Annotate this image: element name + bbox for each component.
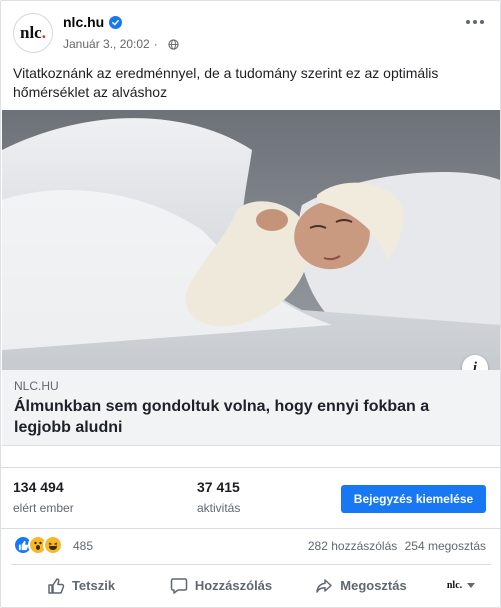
post-timestamp[interactable]: Január 3., 20:02 — [63, 37, 150, 51]
reach-value: 134 494 — [13, 479, 64, 495]
engagement-insight[interactable]: 37 415 aktivitás — [197, 479, 240, 515]
reaction-icons[interactable] — [13, 535, 63, 555]
engagement-value: 37 415 — [197, 479, 240, 495]
more-options-icon[interactable] — [464, 13, 486, 31]
post-text: Vitatkoznánk az eredménnyel, de a tudomá… — [13, 65, 439, 100]
post-card: nlc. nlc.hu Január 3., 20:02 · Vitatkozn… — [0, 0, 501, 608]
woman-in-bed-photo — [2, 110, 500, 370]
reactions-bar: 485 282 hozzászólás 254 megosztás — [1, 528, 500, 562]
link-preview[interactable]: NLC.HU Álmunkban sem gondoltuk volna, ho… — [2, 370, 500, 446]
engagement-counts: 282 hozzászólás 254 megosztás — [304, 539, 486, 553]
page-selector-label: nlc. — [446, 580, 463, 591]
link-title[interactable]: Álmunkban sem gondoltuk volna, hogy enny… — [14, 396, 484, 438]
share-button[interactable]: Megosztás — [291, 570, 431, 602]
boost-post-button[interactable]: Bejegyzés kiemelése — [341, 485, 486, 513]
engagement-label: aktivitás — [197, 501, 241, 515]
haha-icon — [43, 535, 63, 555]
link-domain: NLC.HU — [14, 379, 59, 393]
verified-icon — [109, 15, 123, 29]
post-meta: Január 3., 20:02 · — [63, 37, 179, 51]
post-actions: Tetszik Hozzászólás Megosztás nlc. — [11, 564, 491, 606]
page-avatar[interactable]: nlc. — [13, 13, 53, 53]
post-insights: 134 494 elért ember 37 415 aktivitás Bej… — [1, 467, 500, 527]
caret-down-icon — [467, 583, 476, 588]
reaction-count[interactable]: 485 — [73, 539, 93, 553]
page-name-label: nlc.hu — [63, 14, 105, 30]
avatar-text: nlc — [20, 23, 42, 42]
share-count[interactable]: 254 megosztás — [405, 539, 486, 553]
comment-label: Hozzászólás — [194, 578, 273, 593]
comment-icon — [170, 577, 188, 594]
globe-icon[interactable] — [168, 38, 179, 50]
share-label: Megosztás — [340, 578, 407, 593]
meta-separator: · — [153, 37, 158, 51]
thumbs-up-icon — [48, 577, 65, 594]
share-icon — [316, 578, 333, 593]
comment-count[interactable]: 282 hozzászólás — [308, 539, 397, 553]
like-label: Tetszik — [71, 578, 116, 593]
page-name[interactable]: nlc.hu — [63, 14, 123, 30]
comment-button[interactable]: Hozzászólás — [151, 570, 291, 602]
reach-insight[interactable]: 134 494 elért ember — [13, 479, 74, 515]
page-selector[interactable]: nlc. — [431, 580, 491, 591]
post-header: nlc. nlc.hu Január 3., 20:02 · — [1, 1, 500, 59]
reach-label: elért ember — [13, 501, 74, 515]
post-image[interactable]: i — [2, 110, 500, 370]
avatar-dot: . — [41, 23, 46, 42]
like-button[interactable]: Tetszik — [11, 570, 151, 602]
